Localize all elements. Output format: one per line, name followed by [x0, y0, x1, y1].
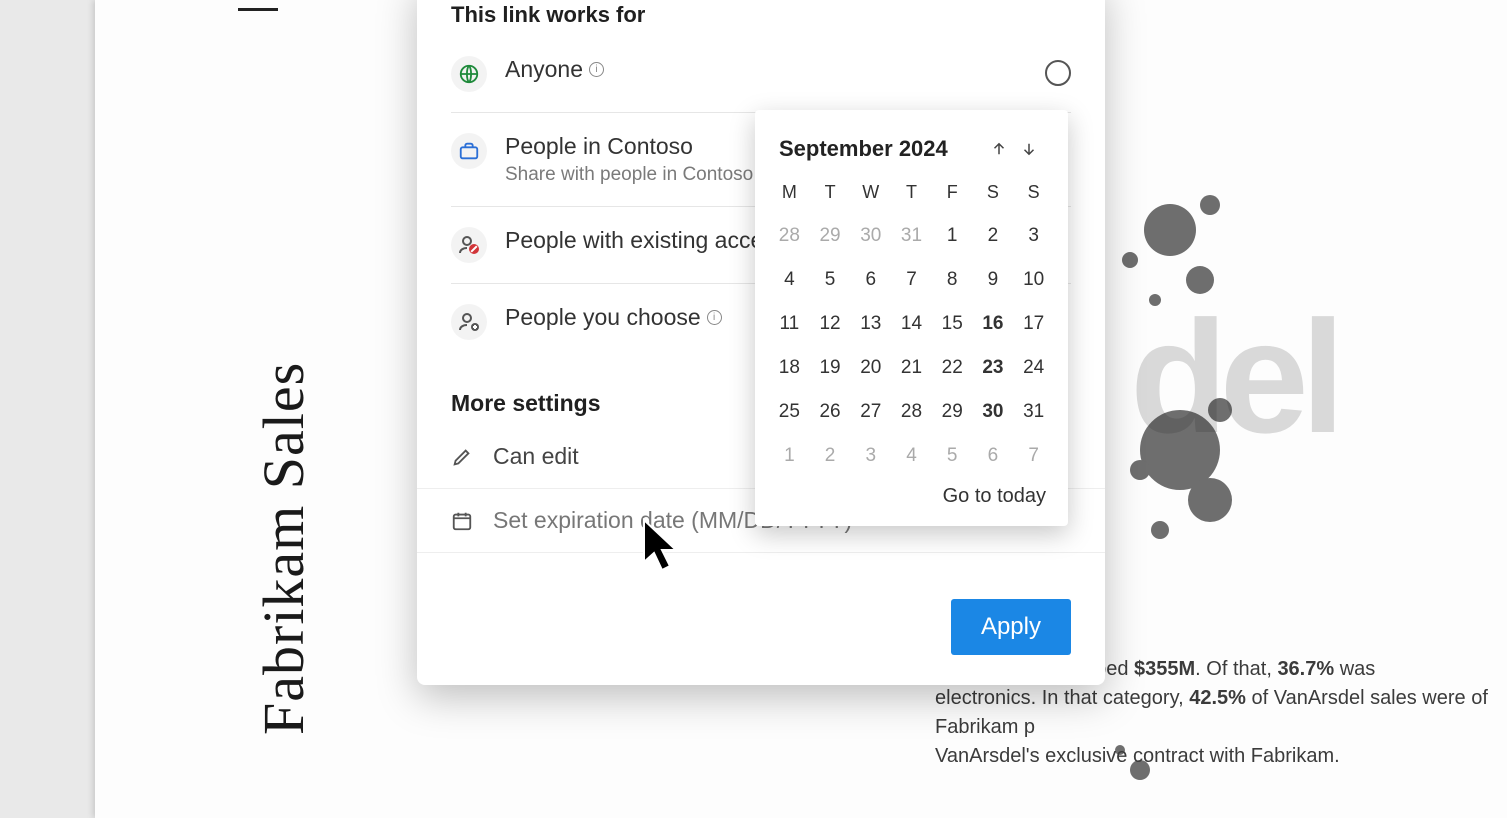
calendar-day[interactable]: 6 [973, 439, 1014, 473]
calendar-day[interactable]: 31 [1013, 395, 1054, 429]
calendar-day[interactable]: 1 [769, 439, 810, 473]
calendar-next-button[interactable] [1014, 134, 1044, 164]
option-anyone[interactable]: Anyone i [451, 36, 1071, 113]
calendar-day[interactable]: 19 [810, 351, 851, 385]
calendar-day[interactable]: 3 [850, 439, 891, 473]
calendar-day[interactable]: 10 [1013, 263, 1054, 297]
document-rule [238, 8, 278, 11]
calendar-day[interactable]: 31 [891, 219, 932, 253]
calendar-day[interactable]: 12 [810, 307, 851, 341]
people-add-icon [451, 304, 487, 340]
calendar-day[interactable]: 16 [973, 307, 1014, 341]
arrow-down-icon [1020, 140, 1038, 158]
calendar-day[interactable]: 25 [769, 395, 810, 429]
calendar-day[interactable]: 4 [769, 263, 810, 297]
calendar-day[interactable]: 29 [810, 219, 851, 253]
option-people-you-choose-label: People you choose [505, 304, 701, 331]
link-works-for-title: This link works for [417, 0, 1105, 36]
apply-button[interactable]: Apply [951, 599, 1071, 655]
calendar-day[interactable]: 2 [810, 439, 851, 473]
calendar-prev-button[interactable] [984, 134, 1014, 164]
calendar-day[interactable]: 7 [1013, 439, 1054, 473]
calendar-day[interactable]: 21 [891, 351, 932, 385]
calendar-day[interactable]: 14 [891, 307, 932, 341]
calendar-day[interactable]: 7 [891, 263, 932, 297]
calendar-day-header: W [850, 176, 891, 209]
calendar-day[interactable]: 26 [810, 395, 851, 429]
calendar-day[interactable]: 18 [769, 351, 810, 385]
calendar-go-to-today[interactable]: Go to today [769, 473, 1054, 512]
option-existing-access-label: People with existing access [505, 227, 786, 254]
calendar-day[interactable]: 5 [810, 263, 851, 297]
option-anyone-label: Anyone [505, 56, 583, 83]
option-anyone-radio[interactable] [1045, 60, 1071, 86]
permission-label: Can edit [493, 443, 579, 470]
calendar-month-label[interactable]: September 2024 [779, 136, 984, 162]
calendar-day[interactable]: 30 [973, 395, 1014, 429]
calendar-day[interactable]: 29 [932, 395, 973, 429]
info-icon[interactable]: i [589, 62, 604, 77]
briefcase-icon [451, 133, 487, 169]
calendar-grid: MTWTFSS282930311234567891011121314151617… [769, 176, 1054, 473]
calendar-day-header: S [1013, 176, 1054, 209]
calendar-day-header: T [810, 176, 851, 209]
calendar-day[interactable]: 4 [891, 439, 932, 473]
calendar-day[interactable]: 11 [769, 307, 810, 341]
calendar-day[interactable]: 27 [850, 395, 891, 429]
calendar-day[interactable]: 24 [1013, 351, 1054, 385]
people-block-icon [451, 227, 487, 263]
calendar-icon [451, 510, 473, 532]
calendar-day[interactable]: 2 [973, 219, 1014, 253]
pencil-icon [451, 446, 473, 468]
calendar-day-header: S [973, 176, 1014, 209]
document-title: Fabrikam Sales [250, 362, 317, 735]
calendar-day[interactable]: 22 [932, 351, 973, 385]
calendar-day[interactable]: 28 [891, 395, 932, 429]
calendar-day[interactable]: 30 [850, 219, 891, 253]
date-picker-popover: September 2024 MTWTFSS282930311234567891… [755, 110, 1068, 526]
calendar-day[interactable]: 20 [850, 351, 891, 385]
calendar-day[interactable]: 17 [1013, 307, 1054, 341]
calendar-day[interactable]: 23 [973, 351, 1014, 385]
calendar-day[interactable]: 15 [932, 307, 973, 341]
option-people-in-org-label: People in Contoso [505, 133, 693, 160]
globe-icon [451, 56, 487, 92]
document-watermark: del [1130, 285, 1337, 469]
arrow-up-icon [990, 140, 1008, 158]
calendar-day[interactable]: 6 [850, 263, 891, 297]
calendar-day-header: M [769, 176, 810, 209]
calendar-day[interactable]: 28 [769, 219, 810, 253]
calendar-day[interactable]: 5 [932, 439, 973, 473]
calendar-day[interactable]: 13 [850, 307, 891, 341]
calendar-day-header: T [891, 176, 932, 209]
calendar-day[interactable]: 1 [932, 219, 973, 253]
info-icon[interactable]: i [707, 310, 722, 325]
calendar-day[interactable]: 8 [932, 263, 973, 297]
calendar-day[interactable]: 3 [1013, 219, 1054, 253]
calendar-day[interactable]: 9 [973, 263, 1014, 297]
calendar-day-header: F [932, 176, 973, 209]
